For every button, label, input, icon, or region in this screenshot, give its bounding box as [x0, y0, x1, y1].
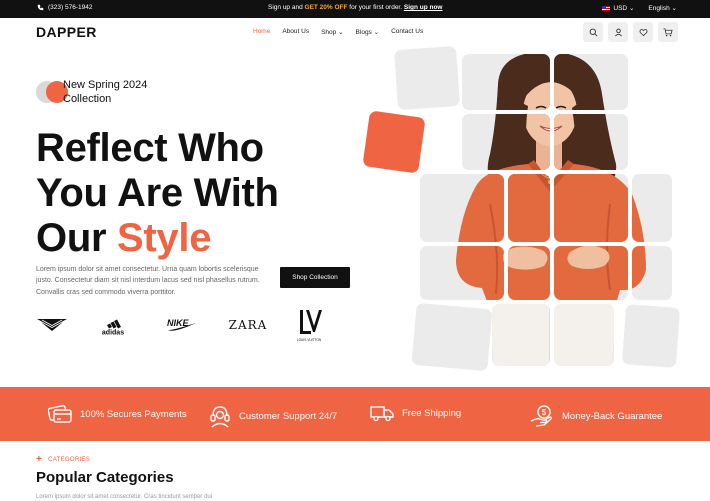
account-button[interactable]: [608, 22, 628, 42]
nav-item-shop-label: Shop: [321, 29, 337, 36]
chevron-down-icon: ⌄: [338, 29, 344, 36]
headline-line-3: Our Style: [36, 216, 279, 261]
money-back-icon: $: [530, 405, 552, 427]
nav-menu: Home About Us Shop ⌄ Blogs ⌄ Contact Us: [253, 28, 423, 36]
phone-icon: [37, 4, 44, 11]
us-flag-icon: [602, 5, 611, 11]
nav-item-blogs[interactable]: Blogs ⌄: [356, 28, 380, 36]
chevron-down-icon: ⌄: [373, 29, 380, 36]
phone-contact[interactable]: (323) 576-1942: [37, 4, 92, 11]
collection-badge: New Spring 2024 Collection: [63, 78, 173, 106]
categories-title: Popular Categories: [36, 469, 174, 486]
features-band: 100% Secures Payments Customer Support 2…: [0, 387, 710, 441]
headset-icon: [210, 406, 230, 428]
lv-wordmark: LOUIS VUITTON: [297, 338, 322, 342]
promo-banner: Sign up and GET 20% OFF for your first o…: [268, 4, 443, 11]
sign-up-link[interactable]: Sign up now: [404, 4, 443, 11]
main-nav: DAPPER Home About Us Shop ⌄ Blogs ⌄ Cont…: [0, 18, 710, 48]
credit-card-icon: [48, 404, 72, 423]
nav-item-home[interactable]: Home: [253, 28, 270, 36]
headline-line-1: Reflect Who: [36, 126, 264, 170]
shop-collection-button[interactable]: Shop Collection: [280, 267, 350, 288]
heart-icon: [639, 28, 647, 36]
phone-number: (323) 576-1942: [48, 4, 93, 11]
svg-text:$: $: [542, 408, 547, 417]
nav-item-about[interactable]: About Us: [282, 28, 309, 36]
nav-item-shop[interactable]: Shop ⌄: [321, 28, 343, 36]
hero-description: Lorem ipsum dolor sit amet consectetur. …: [36, 266, 260, 296]
headline-accent: Style: [117, 216, 212, 260]
badge-line-1: New Spring 2024: [63, 79, 148, 91]
categories-description: Lorem ipsum dolor sit amet consectetur. …: [36, 494, 213, 500]
language-label: English: [648, 5, 670, 12]
hero-headline: Reflect Who You Are With Our Style: [36, 126, 279, 261]
feature-secure-payments: 100% Secures Payments: [48, 404, 187, 424]
promo-mid: for your first order.: [347, 4, 404, 11]
nav-item-blogs-label: Blogs: [355, 29, 372, 36]
adidas-logo: adidas: [99, 315, 127, 337]
decor-tile-orange: [362, 110, 426, 174]
zara-logo: ZARA: [228, 318, 268, 332]
feature-money-back: $ Money-Back Guarantee: [530, 404, 662, 428]
feature-label: 100% Secures Payments: [80, 408, 187, 420]
chevron-down-icon: ⌄: [628, 5, 635, 12]
headline-prefix: Our: [36, 216, 118, 260]
collection-badge-dots: [36, 79, 68, 103]
top-bar: (323) 576-1942 Sign up and GET 20% OFF f…: [0, 0, 710, 18]
promo-highlight: GET 20% OFF: [304, 4, 348, 11]
promo-prefix: Sign up and: [268, 4, 305, 11]
nike-logo: NIKE: [164, 316, 198, 334]
wishlist-button[interactable]: [633, 22, 653, 42]
brand-logos: adidas NIKE ZARA LOUIS VUITTON: [36, 308, 336, 344]
feature-free-shipping: Free Shipping: [370, 404, 461, 422]
nav-icons: [583, 22, 678, 42]
cart-icon: [663, 27, 673, 36]
badge-line-2: Collection: [63, 93, 112, 105]
nav-item-contact[interactable]: Contact Us: [391, 28, 423, 36]
armani-logo: [36, 316, 68, 334]
hero-model-image: [420, 54, 672, 366]
feature-label: Free Shipping: [402, 407, 462, 419]
headline-line-2: You Are With: [36, 171, 279, 215]
search-icon: [589, 28, 597, 36]
user-icon: [614, 28, 622, 36]
chevron-down-icon: ⌄: [671, 5, 677, 12]
adidas-wordmark: adidas: [102, 330, 124, 337]
truck-icon: [370, 406, 394, 422]
feature-label: Money-Back Guarantee: [562, 410, 663, 422]
currency-selector[interactable]: USD ⌄: [602, 4, 634, 12]
feature-customer-support: Customer Support 24/7: [209, 404, 337, 428]
search-button[interactable]: [583, 22, 603, 42]
currency-label: USD: [613, 5, 628, 12]
categories-tag: + CATEGORIES: [36, 454, 91, 465]
plus-icon: +: [36, 454, 43, 465]
site-logo[interactable]: DAPPER: [36, 24, 97, 40]
louis-vuitton-logo: LOUIS VUITTON: [294, 308, 324, 344]
feature-label: Customer Support 24/7: [239, 410, 338, 422]
categories-tag-label: CATEGORIES: [48, 457, 91, 463]
language-selector[interactable]: English ⌄: [648, 4, 677, 12]
cart-button[interactable]: [658, 22, 678, 42]
